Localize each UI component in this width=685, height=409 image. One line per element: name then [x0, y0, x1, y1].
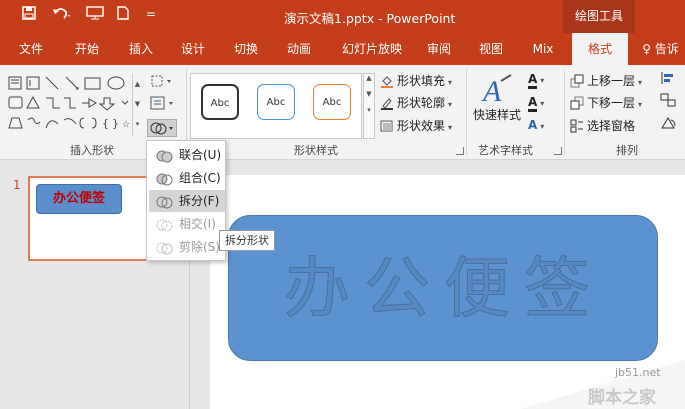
customize-qat[interactable]: = — [146, 7, 156, 21]
shape-style-2[interactable]: Abc — [257, 84, 295, 120]
shape-fill-button[interactable]: 形状填充 ▾ — [380, 71, 452, 91]
fragment-tooltip: 拆分形状 — [219, 230, 275, 251]
tab-home[interactable]: 开始 — [62, 33, 112, 65]
group-separator — [564, 69, 565, 155]
thumbnail-shape: 办公便签 — [36, 184, 122, 214]
menu-item-union[interactable]: 联合(U) — [149, 144, 225, 166]
shape-outline-button[interactable]: 形状轮廓 ▾ — [380, 93, 452, 113]
drawing-tools-context: 绘图工具 — [563, 0, 635, 33]
svg-text:}: } — [112, 117, 119, 130]
slide-number: 1 — [13, 178, 21, 192]
text-outline-button[interactable]: A ▾ — [528, 92, 544, 112]
undo-icon[interactable] — [52, 6, 70, 24]
tab-review[interactable]: 审阅 — [416, 33, 462, 65]
merge-shapes-button[interactable] — [147, 119, 177, 137]
text-fill-icon: A — [528, 72, 538, 89]
watermark-name: 脚本之家 — [588, 388, 656, 408]
menu-item-combine[interactable]: 组合(C) — [149, 167, 225, 189]
tell-me[interactable]: ♀ 告诉 — [636, 33, 685, 65]
shape-text[interactable]: 办公便签 — [229, 216, 659, 362]
shape-style-1[interactable]: Abc — [201, 84, 239, 120]
selection-pane-icon — [570, 119, 584, 133]
rotate-icon[interactable] — [660, 116, 678, 136]
bring-forward-button[interactable]: 上移一层 ▾ — [570, 71, 642, 91]
group-label-arrange: 排列 — [616, 144, 638, 157]
save-icon[interactable] — [22, 6, 36, 24]
ribbon-tabs: 文件 开始 插入 设计 切换 动画 幻灯片放映 审阅 视图 Mix 格式 ♀ 告… — [0, 33, 685, 65]
textbox-icon[interactable] — [150, 96, 176, 113]
quick-styles-label[interactable]: 快速样式 — [473, 105, 521, 125]
tab-design[interactable]: 设计 — [168, 33, 218, 65]
document-title: 演示文稿1.pptx - PowerPoint — [284, 11, 456, 26]
menu-item-subtract[interactable]: 剪除(S) — [149, 236, 225, 258]
title-bar: = 演示文稿1.pptx - PowerPoint 绘图工具 — [0, 0, 685, 33]
group-separator — [466, 69, 467, 155]
menu-item-fragment[interactable]: 拆分(F) — [149, 190, 225, 212]
svg-text:A: A — [481, 75, 502, 108]
bring-forward-icon — [570, 74, 584, 88]
style-gallery-scroll[interactable]: ▲ ▼ ▾ — [363, 73, 375, 139]
slide-thumbnail[interactable]: 办公便签 — [28, 176, 148, 261]
pen-icon — [380, 96, 394, 110]
merge-shapes-menu: 联合(U) 组合(C) 拆分(F) 相交(I) 剪除(S) — [146, 140, 226, 261]
tab-mix[interactable]: Mix — [522, 33, 564, 65]
watermark-url: jb51.net — [615, 366, 661, 379]
wordart-launcher-icon[interactable] — [554, 147, 562, 155]
ribbon-format: { } ☆ ▲ ▼ ▾ 插入形状 Abc Abc Abc ▲ ▼ ▾ 形状填充 ▾ 形状轮… — [0, 65, 685, 160]
tab-transitions[interactable]: 切换 — [220, 33, 272, 65]
text-effects-icon: A — [528, 118, 538, 132]
shape-style-gallery[interactable]: Abc Abc Abc — [190, 73, 362, 139]
group-label-shape-styles: 形状样式 — [294, 144, 338, 157]
tab-file[interactable]: 文件 — [8, 33, 54, 65]
group-label-insert-shapes: 插入形状 — [70, 144, 114, 157]
selection-pane-button[interactable]: 选择窗格 — [570, 116, 635, 136]
shape-effects-button[interactable]: 形状效果 ▾ — [380, 116, 452, 136]
tab-format[interactable]: 格式 — [572, 33, 628, 65]
paint-bucket-icon — [380, 74, 394, 88]
send-backward-icon — [570, 96, 584, 110]
tab-slideshow[interactable]: 幻灯片放映 — [332, 33, 412, 65]
shape-styles-launcher-icon[interactable] — [456, 147, 464, 155]
tab-insert[interactable]: 插入 — [116, 33, 166, 65]
new-file-icon[interactable] — [117, 6, 129, 24]
tab-view[interactable]: 视图 — [468, 33, 514, 65]
send-backward-button[interactable]: 下移一层 ▾ — [570, 93, 642, 113]
slideshow-icon[interactable] — [86, 6, 104, 24]
subtract-icon — [155, 240, 175, 262]
rounded-rectangle-shape[interactable]: 办公便签 — [228, 215, 658, 361]
group-label-wordart: 艺术字样式 — [478, 144, 533, 157]
text-outline-icon: A — [528, 95, 538, 112]
group-objects-icon[interactable] — [660, 93, 678, 113]
shapes-gallery-scroll[interactable]: ▲ ▼ ▾ — [132, 74, 142, 136]
shapes-gallery[interactable]: { } ☆ — [6, 74, 131, 136]
edit-shape-icon[interactable] — [150, 74, 172, 91]
svg-text:{: { — [102, 117, 109, 130]
text-fill-button[interactable]: A ▾ — [528, 69, 544, 89]
menu-item-intersect[interactable]: 相交(I) — [149, 213, 225, 235]
svg-text:☆: ☆ — [122, 120, 130, 130]
tab-animations[interactable]: 动画 — [274, 33, 324, 65]
effects-icon — [380, 119, 394, 133]
text-effects-button[interactable]: A ▾ — [528, 115, 544, 135]
shape-style-3[interactable]: Abc — [313, 84, 351, 120]
align-icon[interactable] — [660, 71, 678, 91]
